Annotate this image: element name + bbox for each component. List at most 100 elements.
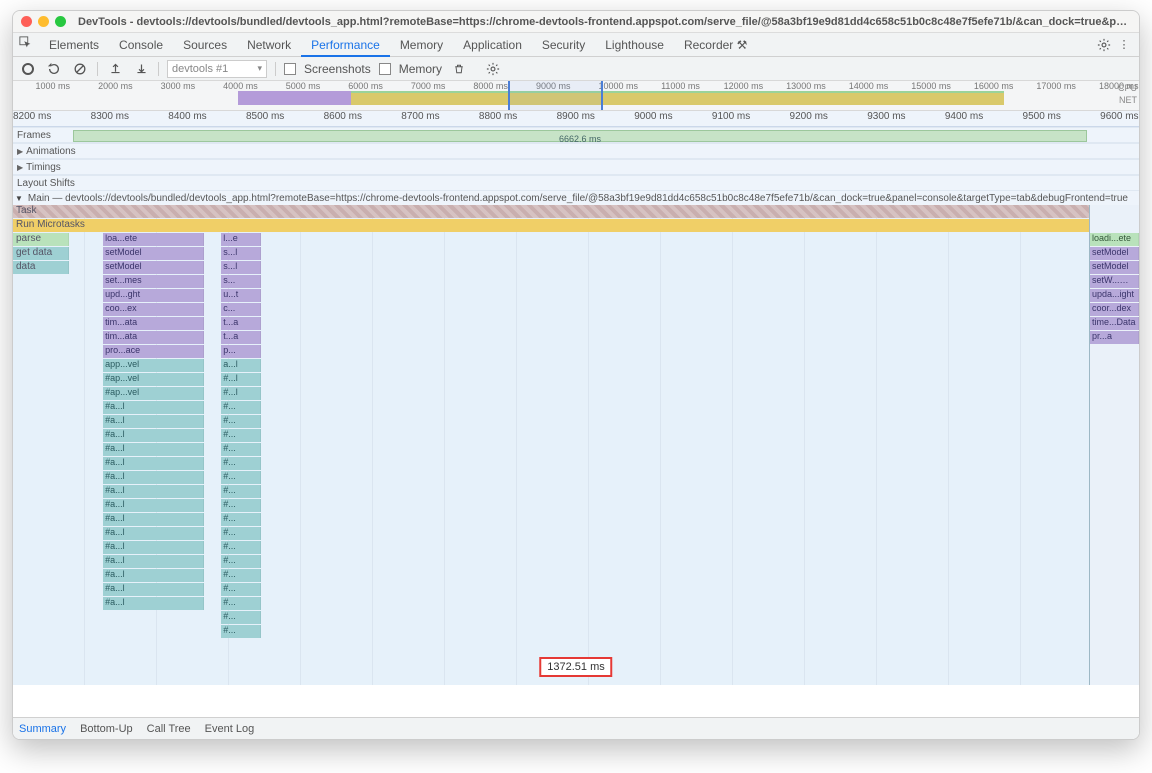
inspect-icon[interactable]: [19, 36, 37, 53]
flame-segment[interactable]: #a...l: [103, 555, 204, 568]
memory-checkbox[interactable]: [379, 63, 391, 75]
flame-segment[interactable]: #a...l: [103, 597, 204, 610]
flame-segment[interactable]: t...a: [221, 317, 260, 330]
flame-segment[interactable]: #a...l: [103, 415, 204, 428]
flame-segment[interactable]: #a...l: [103, 513, 204, 526]
flame-segment[interactable]: #...: [221, 611, 260, 624]
flame-segment[interactable]: #...: [221, 541, 260, 554]
flame-segment[interactable]: #...l: [221, 373, 260, 386]
flame-segment[interactable]: #a...l: [103, 443, 204, 456]
flame-segment[interactable]: #...: [221, 555, 260, 568]
flame-segment[interactable]: #...: [221, 429, 260, 442]
flame-segment[interactable]: set...mes: [103, 275, 204, 288]
flame-segment[interactable]: p...: [221, 345, 260, 358]
flame-segment[interactable]: #...: [221, 457, 260, 470]
flame-segment[interactable]: pro...ace: [103, 345, 204, 358]
flame-segment[interactable]: setModel: [103, 261, 204, 274]
clear-button[interactable]: [71, 60, 89, 78]
overview-selection[interactable]: [508, 81, 603, 110]
flame-right-segment[interactable]: upda...ight: [1090, 289, 1139, 302]
tab-security[interactable]: Security: [532, 33, 595, 57]
flame-segment[interactable]: coo...ex: [103, 303, 204, 316]
track-layout-shifts[interactable]: Layout Shifts: [13, 175, 1139, 191]
flame-segment[interactable]: #a...l: [103, 583, 204, 596]
reload-button[interactable]: [45, 60, 63, 78]
flame-segment[interactable]: app...vel: [103, 359, 204, 372]
track-timings[interactable]: Timings: [13, 159, 1139, 175]
flame-segment[interactable]: a...l: [221, 359, 260, 372]
flame-segment[interactable]: s...: [221, 275, 260, 288]
flame-segment[interactable]: #a...l: [103, 499, 204, 512]
flame-segment[interactable]: upd...ght: [103, 289, 204, 302]
flame-segment[interactable]: #a...l: [103, 541, 204, 554]
flame-segment[interactable]: s...l: [221, 261, 260, 274]
flame-segment[interactable]: tim...ata: [103, 317, 204, 330]
close-icon[interactable]: [21, 16, 32, 27]
details-tab-summary[interactable]: Summary: [19, 723, 66, 735]
timeline-overview[interactable]: 1000 ms2000 ms3000 ms4000 ms5000 ms6000 …: [13, 81, 1139, 111]
flame-segment[interactable]: [13, 205, 1139, 218]
flame-segment[interactable]: #a...l: [103, 429, 204, 442]
tab-elements[interactable]: Elements: [39, 33, 109, 57]
flame-segment[interactable]: [13, 219, 1139, 232]
settings-icon[interactable]: [1095, 36, 1113, 54]
flame-right-segment[interactable]: time...Data: [1090, 317, 1139, 330]
frame-bar[interactable]: 6662.6 ms: [73, 130, 1087, 142]
flame-segment[interactable]: loa...ete: [103, 233, 204, 246]
zoom-icon[interactable]: [55, 16, 66, 27]
save-profile-button[interactable]: [132, 60, 150, 78]
flame-segment[interactable]: #a...l: [103, 527, 204, 540]
flame-segment[interactable]: #ap...vel: [103, 387, 204, 400]
track-animations[interactable]: Animations: [13, 143, 1139, 159]
flame-segment[interactable]: #...: [221, 443, 260, 456]
tab-memory[interactable]: Memory: [390, 33, 453, 57]
flame-segment[interactable]: u...t: [221, 289, 260, 302]
record-button[interactable]: [19, 60, 37, 78]
flame-segment[interactable]: #...: [221, 485, 260, 498]
flame-segment[interactable]: #...: [221, 569, 260, 582]
track-frames[interactable]: Frames 6662.6 ms: [13, 127, 1139, 143]
flame-segment[interactable]: #...: [221, 513, 260, 526]
flame-segment[interactable]: setModel: [103, 247, 204, 260]
flame-right-segment[interactable]: setModel: [1090, 261, 1139, 274]
flame-right-segment[interactable]: coor...dex: [1090, 303, 1139, 316]
screenshots-checkbox[interactable]: [284, 63, 296, 75]
details-tab-bottom-up[interactable]: Bottom-Up: [80, 723, 133, 735]
flame-right-segment[interactable]: loadi...ete: [1090, 233, 1139, 246]
tab-recorder-[interactable]: Recorder ⚒: [674, 33, 757, 57]
minimize-icon[interactable]: [38, 16, 49, 27]
flame-segment[interactable]: #...: [221, 625, 260, 638]
load-profile-button[interactable]: [106, 60, 124, 78]
flame-chart[interactable]: TaskRun Microtasksparseloa...etel...eget…: [13, 205, 1139, 685]
flame-segment[interactable]: #...: [221, 471, 260, 484]
flame-segment[interactable]: #...: [221, 527, 260, 540]
tab-network[interactable]: Network: [237, 33, 301, 57]
capture-settings-icon[interactable]: [484, 60, 502, 78]
recording-select[interactable]: devtools #1: [167, 60, 267, 78]
flame-segment[interactable]: tim...ata: [103, 331, 204, 344]
tab-performance[interactable]: Performance: [301, 33, 390, 57]
flame-segment[interactable]: #a...l: [103, 485, 204, 498]
flame-segment[interactable]: #...: [221, 499, 260, 512]
flame-segment[interactable]: #...: [221, 583, 260, 596]
flame-segment[interactable]: c...: [221, 303, 260, 316]
flame-right-segment[interactable]: setModel: [1090, 247, 1139, 260]
tab-console[interactable]: Console: [109, 33, 173, 57]
garbage-collect-button[interactable]: [450, 60, 468, 78]
details-tab-event-log[interactable]: Event Log: [205, 723, 255, 735]
flame-segment[interactable]: #a...l: [103, 401, 204, 414]
flame-segment[interactable]: #a...l: [103, 471, 204, 484]
details-tab-call-tree[interactable]: Call Tree: [147, 723, 191, 735]
flame-segment[interactable]: #a...l: [103, 569, 204, 582]
flame-segment[interactable]: #...l: [221, 387, 260, 400]
flame-segment[interactable]: #...: [221, 597, 260, 610]
flame-segment[interactable]: #ap...vel: [103, 373, 204, 386]
flame-right-segment[interactable]: setW...mes: [1090, 275, 1139, 288]
flame-segment[interactable]: l...e: [221, 233, 260, 246]
flame-segment[interactable]: #...: [221, 415, 260, 428]
tab-lighthouse[interactable]: Lighthouse: [595, 33, 674, 57]
flame-ruler[interactable]: 8200 ms8300 ms8400 ms8500 ms8600 ms8700 …: [13, 111, 1139, 127]
flame-right-segment[interactable]: pr...a: [1090, 331, 1139, 344]
flame-segment[interactable]: #...: [221, 401, 260, 414]
flame-segment[interactable]: t...a: [221, 331, 260, 344]
